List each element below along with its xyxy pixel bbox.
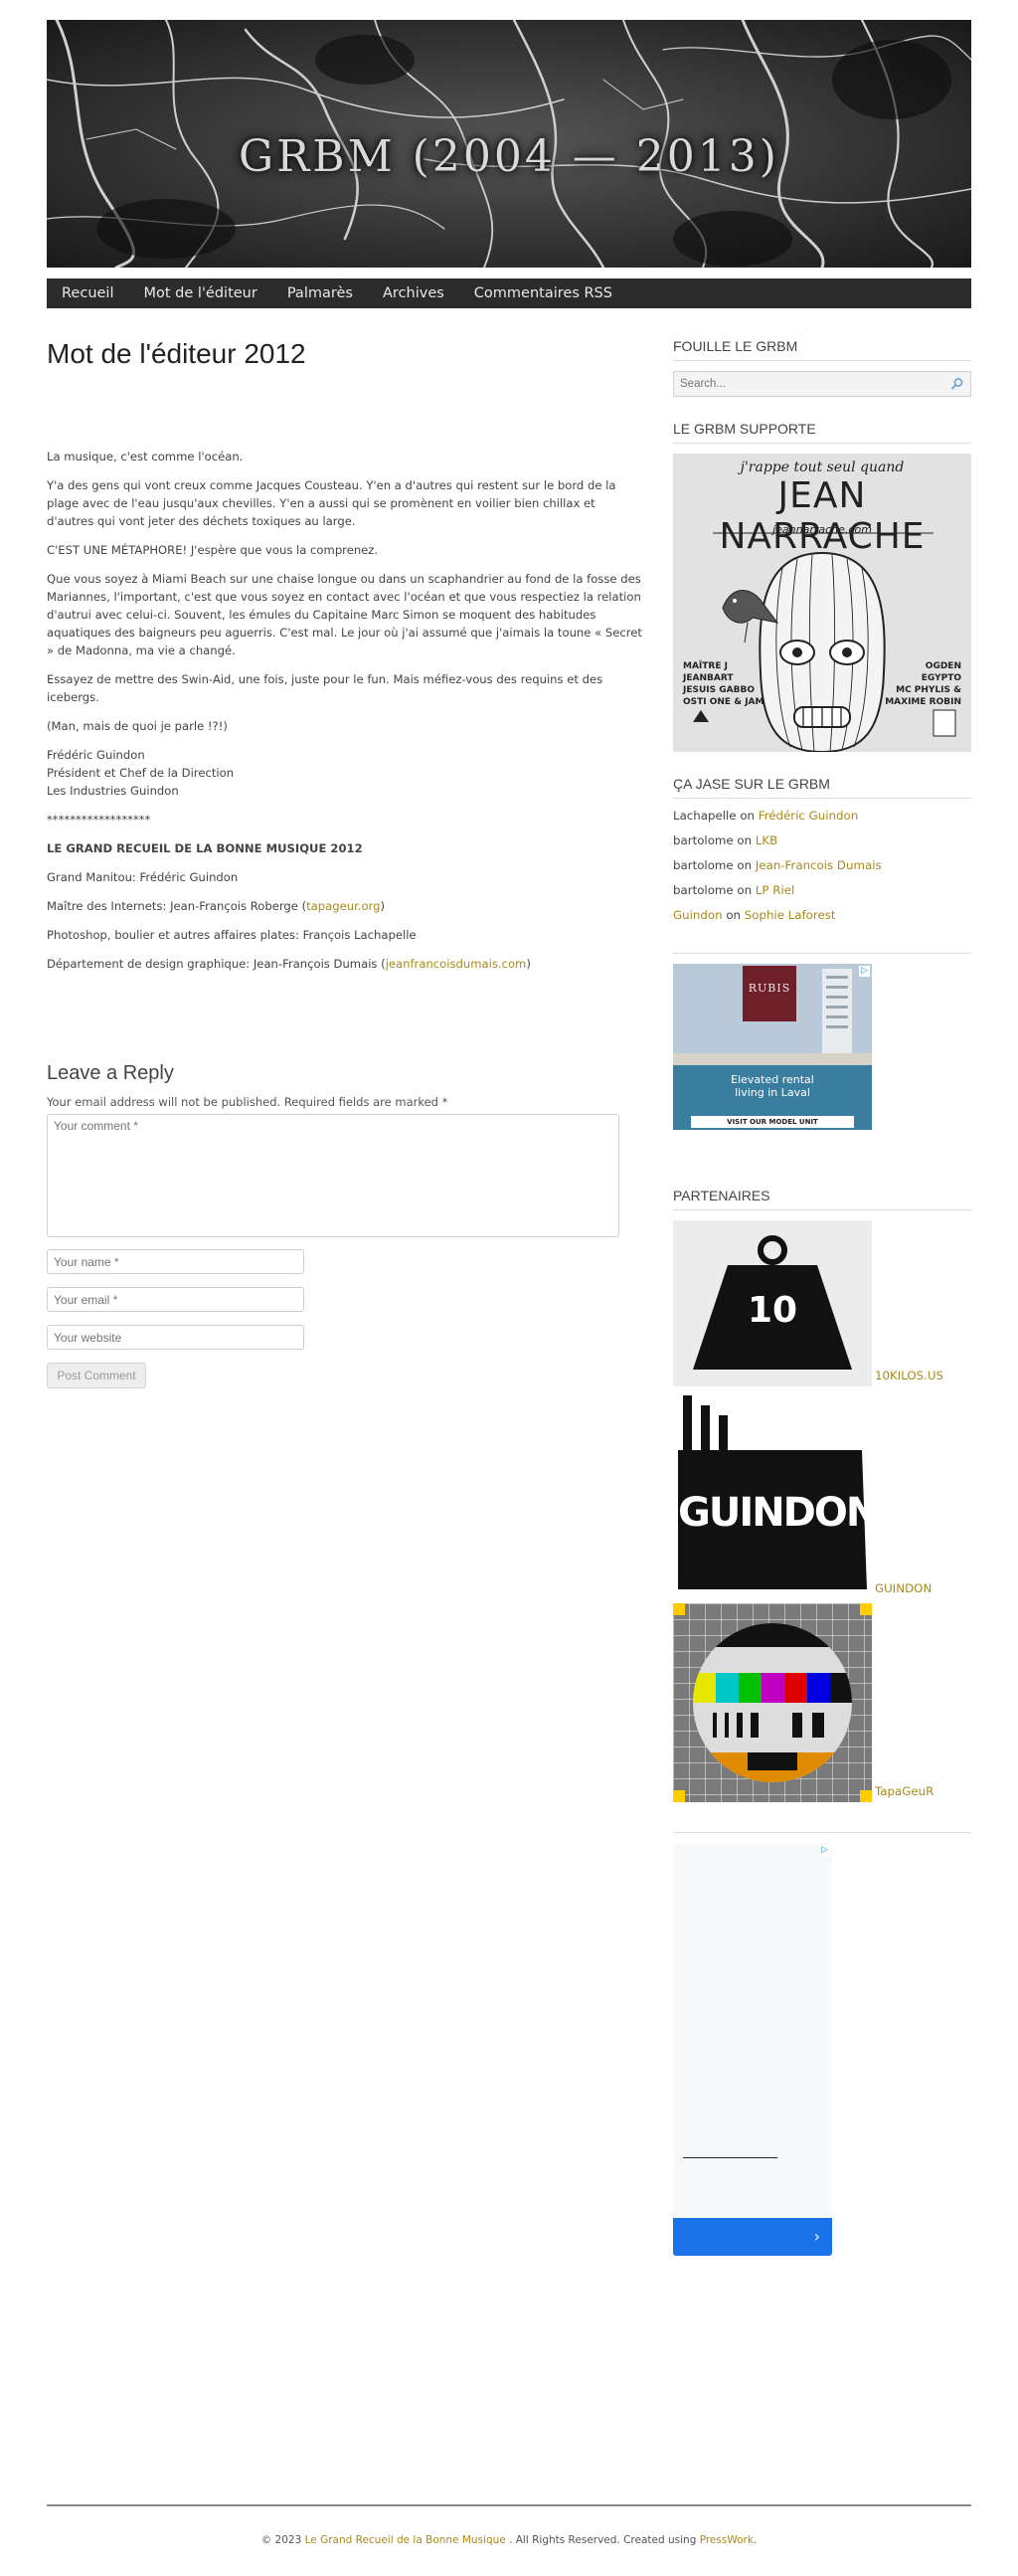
footer: © 2023 Le Grand Recueil de la Bonne Musi… <box>260 2534 758 2546</box>
partner-link-tapageur[interactable]: TapaGeuR <box>875 1784 933 1798</box>
post-paragraph: C'EST UNE MÉTAPHORE! J'espère que vous l… <box>47 543 379 557</box>
test-pattern-icon <box>673 1603 872 1802</box>
ad-banner-blank[interactable]: ▷ › <box>673 1843 832 2256</box>
name-input[interactable] <box>47 1249 304 1274</box>
adchoices-icon[interactable]: ▷ <box>859 966 870 977</box>
recent-comment-item: bartolome on LP Riel <box>673 883 795 897</box>
credit-internet: Maître des Internets: Jean-François Robe… <box>47 899 386 913</box>
partner-logo-guindon[interactable]: GUINDON <box>673 1390 879 1599</box>
nav-item-archives[interactable]: Archives <box>368 285 459 301</box>
signature-role: Président et Chef de la Direction <box>47 766 235 780</box>
footer-site-link[interactable]: Le Grand Recueil de la Bonne Musique <box>305 2534 506 2546</box>
recent-comment-item: Lachapelle on Frédéric Guindon <box>673 809 859 823</box>
sidebar: FOUILLE LE GRBM LE GRBM SUPPORTE j'rappe… <box>673 338 971 2256</box>
post-separator: ****************** <box>47 813 151 827</box>
credit-manitou: Grand Manitou: Frédéric Guindon <box>47 870 239 884</box>
partner-item: GUINDON GUINDON <box>673 1390 971 1599</box>
footer-theme-link[interactable]: PressWork <box>700 2534 754 2546</box>
post-paragraph: (Man, mais de quoi je parle !?!) <box>47 719 228 733</box>
credit-design: Département de design graphique: Jean-Fr… <box>47 957 531 971</box>
partner-logo-10kilos[interactable]: 10 <box>673 1220 872 1386</box>
post-paragraph: Essayez de mettre des Swin-Aid, une fois… <box>47 672 603 704</box>
nav-item-commentaires-rss[interactable]: Commentaires RSS <box>459 285 627 301</box>
recent-comment-item: bartolome on Jean-Francois Dumais <box>673 858 882 872</box>
ad-banner-rubis[interactable]: RUBIS Elevated rental living in Laval VI… <box>673 964 872 1130</box>
comment-post-link[interactable]: Frédéric Guindon <box>759 809 858 823</box>
recent-comment-item: bartolome on LKB <box>673 833 778 847</box>
supporte-widget-title: LE GRBM SUPPORTE <box>673 421 971 444</box>
poster-left-names: MAÎTRE J JEANBART JESUIS GABBO OSTI ONE … <box>683 661 764 707</box>
comment-textarea[interactable] <box>47 1114 619 1237</box>
search-input[interactable] <box>674 372 933 396</box>
footer-divider <box>47 2504 971 2506</box>
partners-widget-title: PARTENAIRES <box>673 1188 971 1210</box>
jeanfrancoisdumais-link[interactable]: jeanfrancoisdumais.com <box>386 957 527 971</box>
ad-rubis-text: Elevated rental living in Laval <box>731 1073 814 1099</box>
recent-comments-list: Lachapelle on Frédéric Guindon bartolome… <box>673 809 971 923</box>
partner-item: TapaGeuR <box>673 1603 971 1802</box>
post-paragraph: Y'a des gens qui vont creux comme Jacque… <box>47 478 616 528</box>
comment-post-link[interactable]: LKB <box>756 833 777 847</box>
ad-underline <box>683 2157 777 2158</box>
partner-link-guindon[interactable]: GUINDON <box>875 1581 932 1595</box>
nav-item-palmares[interactable]: Palmarès <box>272 285 368 301</box>
post-paragraph: Que vous soyez à Miami Beach sur une cha… <box>47 572 642 657</box>
credit-photoshop: Photoshop, boulier et autres affaires pl… <box>47 928 417 942</box>
ad-cta-bar[interactable]: › <box>673 2218 832 2256</box>
site-title[interactable]: GRBM (2004 — 2013) <box>47 131 971 182</box>
post-title: Mot de l'éditeur 2012 <box>47 338 306 369</box>
nav-item-recueil[interactable]: Recueil <box>47 285 129 301</box>
sidebar-divider <box>673 953 971 954</box>
search-widget-title: FOUILLE LE GRBM <box>673 338 971 361</box>
partner-item: 10 10KILOS.US <box>673 1220 971 1386</box>
tapageur-link[interactable]: tapageur.org <box>306 899 380 913</box>
email-input[interactable] <box>47 1287 304 1312</box>
adchoices-icon[interactable]: ▷ <box>819 1845 830 1856</box>
comment-post-link[interactable]: Sophie Laforest <box>745 908 836 922</box>
comment-post-link[interactable]: LP Riel <box>756 883 794 897</box>
jase-widget-title: ÇA JASE SUR LE GRBM <box>673 776 971 799</box>
poster-right-names: OGDEN EGYPTO MC PHYLIS & MAXIME ROBIN <box>885 661 961 707</box>
partner-logo-text: GUINDON <box>678 1490 879 1536</box>
ad-rubis-brand: RUBIS <box>748 982 791 995</box>
main-content: Mot de l'éditeur 2012 La musique, c'est … <box>47 338 643 1388</box>
jean-narrache-poster[interactable]: j'rappe tout seul quand JEAN NARRACHE je… <box>673 454 971 752</box>
sidebar-divider <box>673 1832 971 1833</box>
search-box <box>673 371 971 397</box>
partner-logo-tapageur[interactable] <box>673 1603 872 1802</box>
ad-rubis-cta[interactable]: VISIT OUR MODEL UNIT <box>691 1118 854 1126</box>
chevron-right-icon: › <box>813 2227 820 2246</box>
signature-name: Frédéric Guindon <box>47 748 145 762</box>
header-banner[interactable]: GRBM (2004 — 2013) <box>47 20 971 268</box>
post-comment-button[interactable] <box>47 1363 146 1388</box>
post-signature: Frédéric Guindon Président et Chef de la… <box>47 746 643 800</box>
main-nav: Recueil Mot de l'éditeur Palmarès Archiv… <box>47 278 971 308</box>
recent-comment-item: Guindon on Sophie Laforest <box>673 908 836 922</box>
partner-link-10kilos[interactable]: 10KILOS.US <box>875 1369 943 1382</box>
post-paragraph: La musique, c'est comme l'océan. <box>47 450 244 463</box>
partner-logo-text: 10 <box>747 1290 798 1331</box>
website-input[interactable] <box>47 1325 304 1350</box>
reply-notes: Your email address will not be published… <box>47 1095 448 1109</box>
search-icon[interactable] <box>950 377 964 391</box>
comment-post-link[interactable]: Jean-Francois Dumais <box>756 858 882 872</box>
reply-title: Leave a Reply <box>47 1062 174 1084</box>
comment-author-link[interactable]: Guindon <box>673 908 723 922</box>
credits-heading: LE GRAND RECUEIL DE LA BONNE MUSIQUE 201… <box>47 841 363 855</box>
nav-item-mot-editeur[interactable]: Mot de l'éditeur <box>129 285 272 301</box>
signature-company: Les Industries Guindon <box>47 784 179 798</box>
